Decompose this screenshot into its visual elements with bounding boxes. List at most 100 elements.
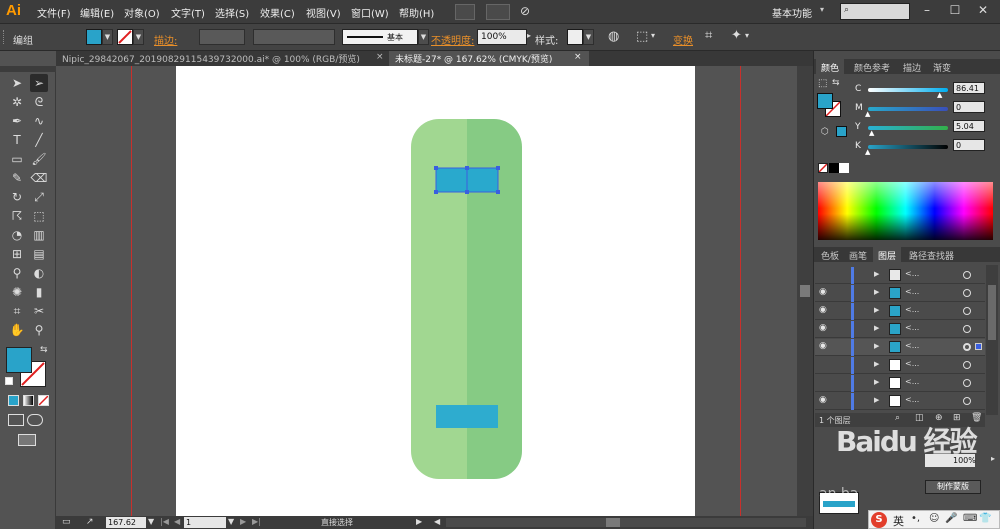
draw-mode-icon[interactable] (8, 414, 24, 426)
hscroll-thumb[interactable] (606, 518, 620, 527)
target-icon[interactable] (963, 307, 971, 315)
expand-arrow-icon[interactable]: ▶ (874, 342, 879, 350)
color-mode-icon[interactable] (8, 395, 19, 406)
stroke-swatch[interactable] (117, 29, 133, 45)
curvature-tool-icon[interactable]: ∿ (30, 112, 48, 130)
transform-label[interactable]: 变换 (673, 32, 693, 47)
close-button[interactable]: ✕ (976, 3, 990, 17)
align-icon[interactable]: ⬚ (636, 29, 648, 44)
menu-object[interactable]: 对象(O) (124, 5, 160, 20)
layer-name[interactable]: <... (905, 287, 919, 296)
sogou-logo-icon[interactable]: S (871, 512, 887, 528)
stroke-dropdown[interactable]: ▼ (133, 29, 144, 45)
anchor-point[interactable] (496, 190, 500, 194)
scroll-thumb[interactable] (800, 285, 810, 297)
layer-row-selected[interactable]: ◉ ▶ <... (815, 339, 985, 356)
panel-options-icon[interactable]: ✦ (731, 28, 742, 43)
expand-arrow-icon[interactable]: ▶ (874, 306, 879, 314)
target-icon[interactable] (963, 397, 971, 405)
mic-icon[interactable]: 🎤 (945, 513, 957, 524)
tab-swatches[interactable]: 色板 (816, 247, 844, 262)
layer-name[interactable]: <... (905, 323, 919, 332)
selection-indicator[interactable] (975, 343, 982, 350)
close-icon[interactable]: × (574, 52, 582, 62)
warp-tool-icon[interactable]: ☈ (8, 207, 26, 225)
visibility-icon[interactable]: ◉ (819, 305, 827, 315)
gradient-tool-icon[interactable]: ▤ (30, 245, 48, 263)
anchor-point[interactable] (434, 166, 438, 170)
target-icon[interactable] (963, 361, 971, 369)
white-swatch[interactable] (839, 163, 849, 173)
next-artboard-button[interactable]: ▶ (240, 517, 246, 526)
black-slider[interactable] (868, 145, 948, 149)
menu-effect[interactable]: 效果(C) (260, 5, 295, 20)
eraser-tool-icon[interactable]: ⌫ (30, 169, 48, 187)
paintbrush-tool-icon[interactable]: 🖌 (30, 150, 48, 168)
chevron-down-icon[interactable]: ▾ (745, 31, 749, 40)
screen-mode-icon[interactable] (18, 434, 36, 446)
chevron-down-icon[interactable]: ▾ (651, 31, 655, 40)
selection-tool-icon[interactable]: ➤ (8, 74, 26, 92)
menu-edit[interactable]: 编辑(E) (80, 5, 114, 20)
opacity-label[interactable]: 不透明度: (431, 32, 474, 47)
workspace-switcher[interactable]: 基本功能 (772, 5, 812, 20)
minimize-button[interactable]: – (920, 3, 934, 17)
free-transform-tool-icon[interactable]: ⬚ (30, 207, 48, 225)
style-dropdown[interactable]: ▼ (583, 29, 594, 45)
menu-help[interactable]: 帮助(H) (399, 5, 434, 20)
rectangle-tool-icon[interactable]: ▭ (8, 150, 26, 168)
yellow-slider[interactable] (868, 126, 948, 130)
arrange-documents-icon[interactable] (486, 4, 510, 20)
tab-gradient[interactable]: 渐变 (928, 59, 956, 74)
target-icon[interactable] (963, 325, 971, 333)
slider-handle[interactable]: ▲ (869, 129, 874, 137)
visibility-icon[interactable]: ◉ (819, 395, 827, 405)
cyan-value[interactable]: 86.41 (953, 82, 985, 94)
slider-handle[interactable]: ▲ (937, 91, 942, 99)
target-icon[interactable] (963, 343, 971, 351)
expand-arrow-icon[interactable]: ▶ (874, 396, 879, 404)
target-icon[interactable] (963, 271, 971, 279)
tab-layers[interactable]: 图层 (873, 247, 902, 262)
layer-name[interactable]: <... (905, 377, 919, 386)
recolor-artwork-icon[interactable]: ◍ (608, 29, 619, 44)
swap-fill-stroke-icon[interactable]: ⇆ (40, 345, 48, 355)
menu-window[interactable]: 窗口(W) (351, 5, 389, 20)
brush-dropdown[interactable]: ▼ (418, 29, 429, 45)
anchor-point[interactable] (465, 190, 469, 194)
last-artboard-button[interactable]: ▶| (252, 517, 261, 526)
layer-row[interactable]: ◉ ▶ <... (815, 285, 985, 302)
close-icon[interactable]: × (376, 52, 384, 62)
artboard-tool-icon[interactable]: ⌗ (8, 302, 26, 320)
default-colors-icon[interactable] (5, 377, 13, 385)
layer-row[interactable]: ▶ <... (815, 375, 985, 392)
type-tool-icon[interactable]: T (8, 131, 26, 149)
layer-row[interactable]: ◉ ▶ <... (815, 303, 985, 320)
chevron-down-icon[interactable]: ▾ (820, 5, 824, 14)
hscroll-left-icon[interactable]: ◀ (434, 517, 440, 526)
slider-handle[interactable]: ▲ (865, 110, 870, 118)
layer-name[interactable]: <... (905, 269, 919, 278)
menu-select[interactable]: 选择(S) (215, 5, 249, 20)
selected-top-strip[interactable] (434, 166, 500, 194)
layer-row[interactable]: ▶ <... (815, 267, 985, 284)
gpu-performance-icon[interactable]: ⊘ (520, 4, 530, 18)
tab-nipic-document[interactable]: Nipic_29842067_20190829115439732000.ai* … (56, 51, 388, 66)
gradient-mode-icon[interactable] (23, 395, 34, 406)
visibility-icon[interactable]: ◉ (819, 323, 827, 333)
tab-untitled-27[interactable]: 未标题-27* @ 167.62% (CMYK/预览) × (389, 51, 589, 66)
black-value[interactable]: 0 (953, 139, 985, 151)
panel-fill-swatch[interactable] (817, 93, 833, 109)
layer-row[interactable]: ◉ ▶ <... (815, 393, 985, 410)
variable-width-profile[interactable] (253, 29, 335, 45)
tab-pathfinder[interactable]: 路径查找器 (904, 247, 959, 262)
layer-row[interactable]: ◉ ▶ <... (815, 321, 985, 338)
export-icon[interactable]: ↗ (86, 517, 94, 527)
layer-name[interactable]: <... (905, 341, 919, 350)
chevron-right-icon[interactable]: ▸ (527, 31, 531, 40)
tab-brushes[interactable]: 画笔 (844, 247, 872, 262)
visibility-icon[interactable]: ◉ (819, 341, 827, 351)
expand-arrow-icon[interactable]: ▶ (874, 288, 879, 296)
direct-selection-tool-icon[interactable]: ➢ (30, 74, 48, 92)
expand-arrow-icon[interactable]: ▶ (874, 324, 879, 332)
